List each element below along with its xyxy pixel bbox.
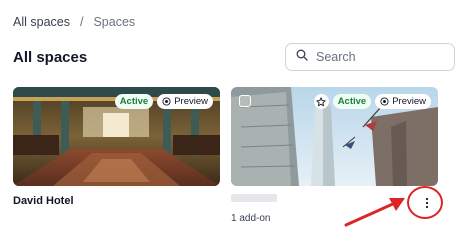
space-thumbnail-hotel-lobby[interactable]: Active Preview [13,87,220,186]
favorite-button[interactable] [313,94,329,109]
breadcrumb-all-spaces[interactable]: All spaces [13,15,70,29]
space-card[interactable]: Active Preview David Hotel [13,87,220,207]
breadcrumb-separator: / [79,15,84,29]
preview-label: Preview [174,96,208,107]
search-icon [296,48,308,66]
eye-icon [380,97,389,106]
select-checkbox[interactable] [239,95,251,107]
search-box[interactable] [285,43,455,71]
star-icon [316,96,326,106]
pointer-arrow-icon [344,198,405,227]
preview-button[interactable]: Preview [375,94,431,109]
page-title: All spaces [13,49,88,66]
status-badge-active: Active [332,94,372,109]
highlight-circle [407,186,443,219]
eye-icon [162,97,171,106]
breadcrumb-current: Spaces [93,15,136,29]
search-input[interactable] [316,50,446,64]
preview-button[interactable]: Preview [157,94,213,109]
breadcrumb: All spaces / Spaces [13,15,135,29]
space-thumbnail-city-buildings[interactable]: Active Preview [231,87,438,186]
card-badges: Active Preview [313,94,431,109]
status-badge-active: Active [114,94,154,109]
card-badges: Active Preview [114,94,213,109]
space-name-placeholder [231,194,277,202]
space-name[interactable]: David Hotel [13,195,220,207]
preview-label: Preview [392,96,426,107]
